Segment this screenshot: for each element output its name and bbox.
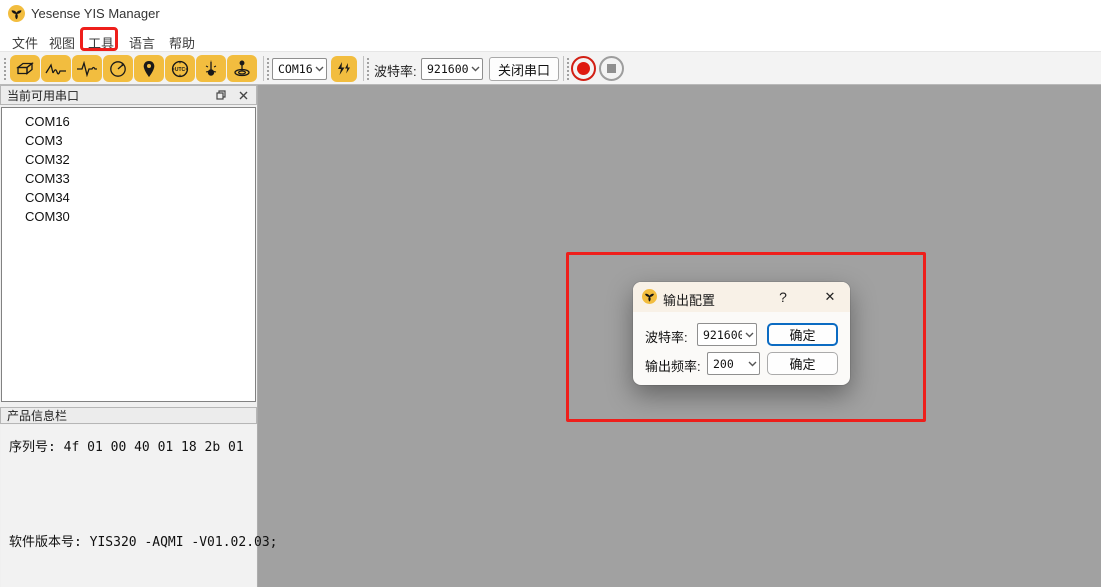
ports-panel-title: 当前可用串口 (1, 87, 212, 104)
record-icon (577, 62, 590, 75)
utc-clock-icon[interactable]: UTC (165, 55, 195, 82)
dialog-close-button[interactable]: ✕ (816, 285, 844, 309)
window-title: Yesense YIS Manager (31, 6, 160, 21)
signal-wave-icon[interactable] (72, 55, 102, 82)
menu-language[interactable]: 语言 (125, 31, 159, 54)
gauge-icon[interactable] (103, 55, 133, 82)
dialog-freq-ok-button[interactable]: 确定 (767, 352, 838, 375)
menu-bar: 文件 视图 工具 语言 帮助 (0, 28, 1101, 52)
toolbar-separator (563, 56, 564, 81)
menu-help[interactable]: 帮助 (165, 31, 199, 54)
dialog-baud-value: 921600 (698, 328, 742, 342)
port-select[interactable]: COM16 (272, 58, 327, 80)
svg-text:UTC: UTC (175, 67, 186, 73)
ports-panel-header: 当前可用串口 (0, 85, 257, 105)
output-config-dialog: 输出配置 ? ✕ 波特率: 921600 确定 输出频率: 200 确定 (633, 282, 850, 385)
serial-number-label: 序列号: (9, 440, 56, 455)
chevron-down-icon (468, 66, 482, 72)
stop-button[interactable] (599, 56, 624, 81)
software-version-line: 软件版本号: YIS320 -AQMI -V01.02.03; (9, 531, 278, 550)
port-list-item[interactable]: COM3 (2, 131, 255, 150)
app-window: { "window": { "title": "Yesense YIS Mana… (0, 0, 1101, 587)
software-version-value: YIS320 -AQMI -V01.02.03; (90, 535, 278, 550)
baud-rate-value: 921600 (422, 62, 468, 76)
menu-tools[interactable]: 工具 (84, 31, 118, 54)
toolbar: UTC COM16 波特率: 921600 关闭串口 (0, 52, 1101, 85)
close-panel-icon[interactable] (234, 87, 252, 103)
port-list-item[interactable]: COM32 (2, 150, 255, 169)
product-info-title: 产品信息栏 (1, 407, 256, 424)
dialog-titlebar[interactable]: 输出配置 ? ✕ (633, 282, 850, 312)
toolbar-drag-handle[interactable] (3, 57, 7, 80)
app-logo-icon (642, 289, 657, 304)
product-info-body: 序列号: 4f 01 00 40 01 18 2b 01 软件版本号: YIS3… (1, 425, 256, 587)
dialog-freq-select[interactable]: 200 (707, 352, 760, 375)
toolbar-drag-handle[interactable] (566, 57, 570, 80)
toolbar-separator (363, 56, 364, 81)
chevron-down-icon (742, 332, 756, 338)
beacon-icon[interactable] (227, 55, 257, 82)
baud-rate-select[interactable]: 921600 (421, 58, 483, 80)
float-panel-icon[interactable] (212, 87, 230, 103)
dialog-freq-value: 200 (708, 357, 745, 371)
toolbar-separator (263, 56, 264, 81)
app-logo-icon (8, 5, 25, 22)
location-pin-icon[interactable] (134, 55, 164, 82)
record-button[interactable] (571, 56, 596, 81)
thermometer-icon[interactable] (196, 55, 226, 82)
dialog-baud-select[interactable]: 921600 (697, 323, 757, 346)
toolbar-drag-handle[interactable] (266, 57, 270, 80)
menu-file[interactable]: 文件 (8, 31, 42, 54)
product-info-header: 产品信息栏 (0, 407, 257, 424)
dialog-baud-label: 波特率: (645, 327, 688, 346)
dialog-title: 输出配置 (663, 290, 715, 309)
left-dock: 当前可用串口 COM16 COM3 COM32 COM33 COM34 COM3… (0, 85, 258, 587)
dialog-freq-label: 输出频率: (645, 356, 701, 375)
toolbar-drag-handle[interactable] (366, 57, 370, 80)
software-version-label: 软件版本号: (9, 535, 82, 550)
dialog-help-button[interactable]: ? (771, 285, 795, 309)
port-list-item[interactable]: COM33 (2, 169, 255, 188)
cube-3d-icon[interactable] (10, 55, 40, 82)
baud-rate-label: 波特率: (374, 61, 417, 80)
chevron-down-icon (312, 66, 326, 72)
port-list-item[interactable]: COM16 (2, 112, 255, 131)
menu-view[interactable]: 视图 (45, 31, 79, 54)
window-titlebar: Yesense YIS Manager (0, 0, 1101, 28)
port-select-value: COM16 (273, 62, 312, 76)
port-list-item[interactable]: COM30 (2, 207, 255, 226)
stop-icon (607, 64, 616, 73)
serial-number-value: 4f 01 00 40 01 18 2b 01 (64, 440, 244, 455)
serial-number-line: 序列号: 4f 01 00 40 01 18 2b 01 (9, 436, 244, 455)
lightning-refresh-icon[interactable] (331, 56, 357, 82)
close-serial-port-button[interactable]: 关闭串口 (489, 57, 559, 81)
available-ports-list: COM16 COM3 COM32 COM33 COM34 COM30 (1, 107, 256, 402)
dialog-baud-ok-button[interactable]: 确定 (767, 323, 838, 346)
chevron-down-icon (745, 361, 759, 367)
attitude-wave-icon[interactable] (41, 55, 71, 82)
port-list-item[interactable]: COM34 (2, 188, 255, 207)
